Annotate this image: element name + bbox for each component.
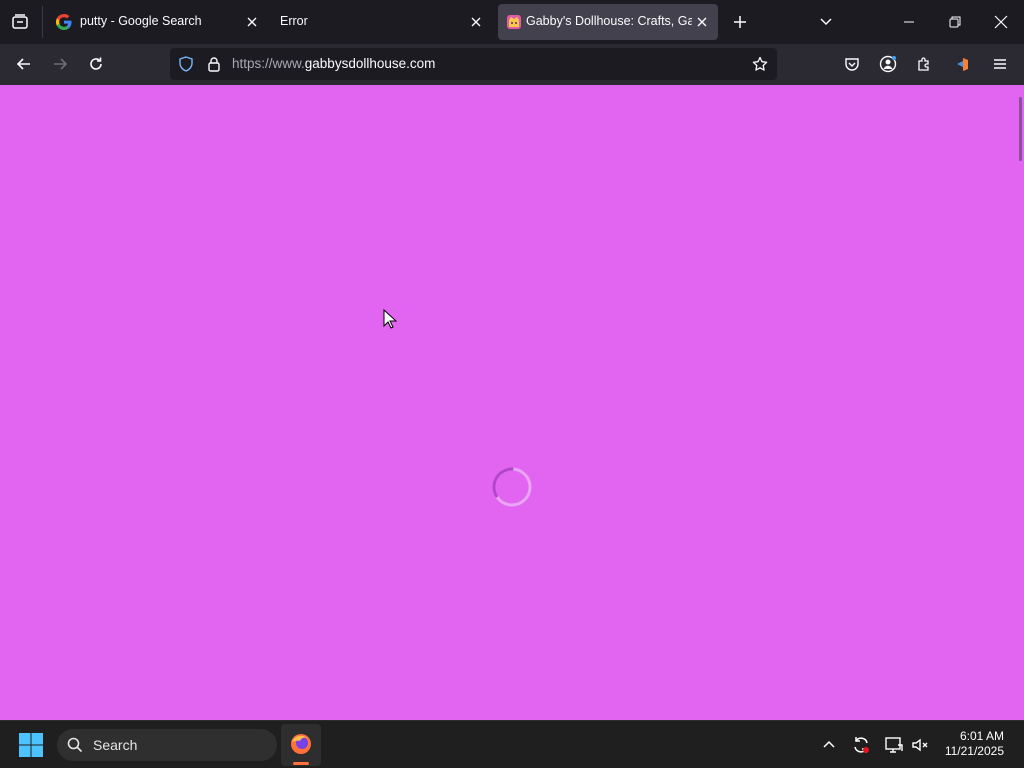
firefox-icon: [291, 734, 311, 754]
system-clock[interactable]: 6:01 AM 11/21/2025: [945, 729, 1004, 759]
clock-date: 11/21/2025: [944, 744, 1004, 758]
tab-gabbys-dollhouse[interactable]: Gabby's Dollhouse: Crafts, Games: [498, 4, 718, 40]
tab-putty-google-search[interactable]: putty - Google Search: [44, 4, 270, 40]
tab-separator: [42, 6, 43, 38]
new-tab-button[interactable]: [724, 6, 756, 38]
url-prefix: https://www.: [232, 56, 305, 71]
list-all-tabs-button[interactable]: [810, 6, 842, 38]
start-button[interactable]: [18, 732, 44, 758]
tab-strip: putty - Google Search Error Gabby's Doll…: [0, 0, 1024, 44]
show-hidden-icons-button[interactable]: [820, 736, 838, 754]
sync-icon: [854, 737, 869, 753]
lock-icon[interactable]: [206, 56, 222, 72]
gabbys-dollhouse-icon: [507, 15, 521, 29]
back-button[interactable]: [8, 48, 40, 80]
url-text[interactable]: https://www.gabbysdollhouse.com: [232, 56, 435, 71]
chevron-down-icon: [820, 18, 832, 26]
minimize-icon: [904, 21, 914, 23]
pocket-button[interactable]: [836, 48, 868, 80]
mouse-cursor-icon: [383, 309, 397, 329]
running-indicator: [293, 762, 309, 765]
hamburger-menu-icon: [994, 59, 1006, 69]
star-icon[interactable]: [752, 56, 768, 72]
tab-title: Gabby's Dollhouse: Crafts, Games: [526, 14, 692, 28]
tab-title: Error: [280, 14, 308, 28]
restore-icon: [949, 16, 961, 28]
loading-spinner-icon: [492, 467, 532, 507]
speaker-muted-icon: [912, 738, 928, 752]
taskbar: Search 6:01 AM 11/21/2025: [0, 720, 1024, 768]
arrow-right-icon: [54, 58, 68, 70]
pocket-icon: [845, 58, 859, 71]
navigation-toolbar: https://www.gabbysdollhouse.com: [0, 44, 1024, 85]
reload-button[interactable]: [80, 48, 112, 80]
plus-icon: [734, 16, 746, 28]
url-domain: gabbysdollhouse.com: [304, 56, 436, 71]
account-icon: [879, 55, 897, 73]
extension-button[interactable]: [946, 48, 978, 80]
menu-button[interactable]: [984, 48, 1016, 80]
firefox-view-icon: [12, 14, 28, 29]
extensions-button[interactable]: [908, 48, 940, 80]
clock-time: 6:01 AM: [959, 729, 1004, 743]
scrollbar-thumb[interactable]: [1019, 97, 1022, 161]
search-icon: [67, 737, 83, 753]
close-icon: [994, 15, 1008, 29]
taskbar-firefox-button[interactable]: [281, 724, 321, 766]
minimize-button[interactable]: [893, 6, 925, 38]
extension-icon: [957, 58, 968, 71]
network-button[interactable]: [884, 735, 904, 755]
reload-icon: [90, 57, 102, 70]
puzzle-piece-icon: [918, 57, 929, 71]
volume-button[interactable]: [910, 735, 930, 755]
url-bar[interactable]: https://www.gabbysdollhouse.com: [170, 48, 777, 80]
network-monitor-icon: [885, 737, 903, 753]
shield-icon[interactable]: [178, 56, 194, 72]
forward-button[interactable]: [44, 48, 76, 80]
chevron-up-icon: [823, 740, 835, 748]
close-window-button[interactable]: [985, 6, 1017, 38]
close-icon[interactable]: [244, 14, 260, 30]
sync-tray-button[interactable]: [851, 735, 871, 755]
search-label: Search: [93, 737, 138, 753]
restore-button[interactable]: [939, 6, 971, 38]
windows-logo-icon: [19, 733, 43, 757]
page-content: [0, 85, 1024, 720]
google-icon: [56, 14, 72, 30]
tab-error[interactable]: Error: [270, 4, 495, 40]
taskbar-search-box[interactable]: Search: [57, 729, 277, 761]
close-icon[interactable]: [468, 14, 484, 30]
firefox-view-button[interactable]: [4, 6, 36, 38]
close-icon[interactable]: [694, 14, 710, 30]
arrow-left-icon: [16, 58, 30, 70]
tab-title: putty - Google Search: [80, 14, 202, 28]
account-button[interactable]: [872, 48, 904, 80]
